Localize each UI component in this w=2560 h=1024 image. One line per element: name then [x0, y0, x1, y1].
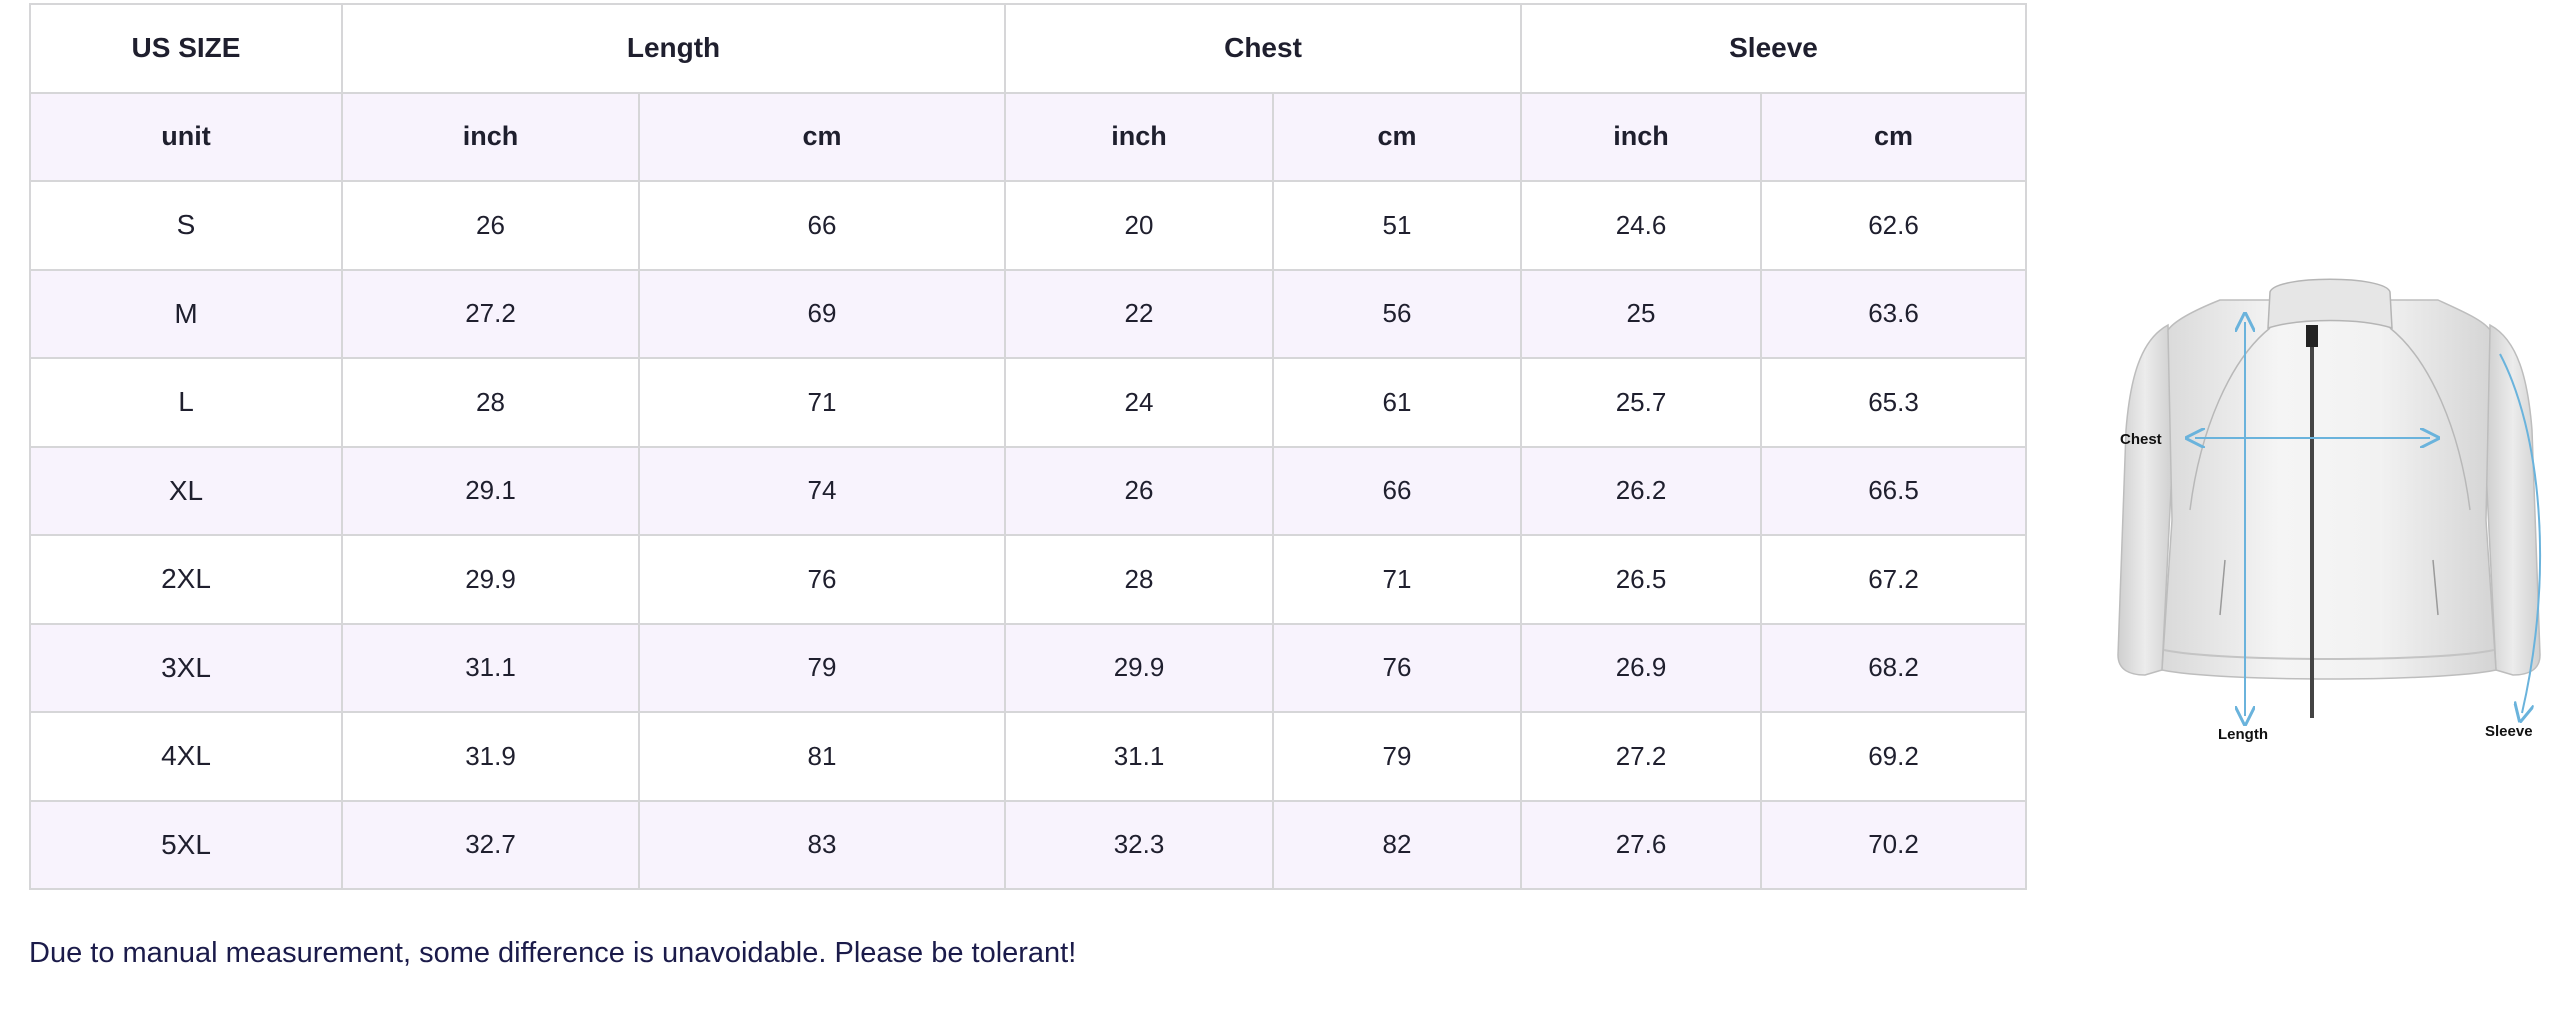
table-cell: 82 — [1272, 799, 1522, 890]
header-chest: Chest — [1004, 3, 1522, 94]
table-cell: 25 — [1520, 268, 1762, 359]
size-label: M — [29, 268, 343, 359]
table-cell: 26 — [1004, 445, 1274, 536]
table-cell: 26 — [341, 180, 640, 271]
size-label: L — [29, 357, 343, 448]
measurement-note: Due to manual measurement, some differen… — [29, 937, 1077, 969]
table-cell: 32.3 — [1004, 799, 1274, 890]
unit-cell: inch — [1520, 91, 1762, 182]
table-cell: 61 — [1272, 357, 1522, 448]
table-cell: 32.7 — [341, 799, 640, 890]
size-label: 3XL — [29, 622, 343, 713]
table-cell: 56 — [1272, 268, 1522, 359]
table-cell: 24 — [1004, 357, 1274, 448]
table-cell: 68.2 — [1760, 622, 2027, 713]
table-cell: 27.2 — [1520, 711, 1762, 802]
size-label: 4XL — [29, 711, 343, 802]
table-cell: 29.9 — [341, 534, 640, 625]
unit-cell: cm — [638, 91, 1006, 182]
jacket-collar — [2267, 278, 2393, 330]
header-sleeve: Sleeve — [1520, 3, 2027, 94]
table-row: S 26 66 20 51 24.6 62.6 — [29, 180, 2027, 271]
unit-cell: inch — [1004, 91, 1274, 182]
unit-cell: cm — [1760, 91, 2027, 182]
header-row: US SIZE Length Chest Sleeve — [29, 3, 2027, 94]
table-row: 4XL 31.9 81 31.1 79 27.2 69.2 — [29, 711, 2027, 802]
table-cell: 26.2 — [1520, 445, 1762, 536]
table-cell: 31.1 — [1004, 711, 1274, 802]
unit-cell: cm — [1272, 91, 1522, 182]
size-rows: S 26 66 20 51 24.6 62.6 M 27.2 69 22 56 25 63.6 L 28 71 2… — [29, 180, 2027, 890]
table-cell: 24.6 — [1520, 180, 1762, 271]
table-cell: 29.9 — [1004, 622, 1274, 713]
header-us-size: US SIZE — [29, 3, 343, 94]
jacket-illustration: Chest Length Sleeve — [2100, 270, 2560, 770]
table-cell: 76 — [638, 534, 1006, 625]
left-sleeve — [2117, 323, 2173, 676]
table-cell: 66 — [638, 180, 1006, 271]
size-chart-page: US SIZE Length Chest Sleeve unit inch cm… — [0, 0, 2560, 1024]
table-cell: 28 — [1004, 534, 1274, 625]
header-length: Length — [341, 3, 1006, 94]
length-label: Length — [2218, 726, 2268, 743]
table-cell: 71 — [638, 357, 1006, 448]
table-cell: 27.2 — [341, 268, 640, 359]
table-cell: 69 — [638, 268, 1006, 359]
size-label: 2XL — [29, 534, 343, 625]
right-sleeve — [2485, 323, 2541, 676]
table-row: 3XL 31.1 79 29.9 76 26.9 68.2 — [29, 622, 2027, 713]
table-cell: 79 — [1272, 711, 1522, 802]
table-row: XL 29.1 74 26 66 26.2 66.5 — [29, 445, 2027, 536]
table-cell: 67.2 — [1760, 534, 2027, 625]
size-label: S — [29, 180, 343, 271]
unit-cell: inch — [341, 91, 640, 182]
table-cell: 20 — [1004, 180, 1274, 271]
table-cell: 65.3 — [1760, 357, 2027, 448]
table-row: 5XL 32.7 83 32.3 82 27.6 70.2 — [29, 799, 2027, 890]
table-cell: 29.1 — [341, 445, 640, 536]
unit-cell: unit — [29, 91, 343, 182]
jacket-body — [2161, 299, 2497, 680]
table-cell: 25.7 — [1520, 357, 1762, 448]
table-cell: 70.2 — [1760, 799, 2027, 890]
table-cell: 62.6 — [1760, 180, 2027, 271]
table-cell: 26.5 — [1520, 534, 1762, 625]
size-label: 5XL — [29, 799, 343, 890]
size-chart-table: US SIZE Length Chest Sleeve unit inch cm… — [29, 3, 2027, 890]
table-row: L 28 71 24 61 25.7 65.3 — [29, 357, 2027, 448]
table-cell: 22 — [1004, 268, 1274, 359]
jacket-image: Chest Length Sleeve — [2117, 278, 2542, 743]
table-cell: 69.2 — [1760, 711, 2027, 802]
chest-label: Chest — [2120, 431, 2162, 448]
table-cell: 81 — [638, 711, 1006, 802]
table-cell: 27.6 — [1520, 799, 1762, 890]
table-row: M 27.2 69 22 56 25 63.6 — [29, 268, 2027, 359]
table-cell: 28 — [341, 357, 640, 448]
table-cell: 74 — [638, 445, 1006, 536]
table-cell: 76 — [1272, 622, 1522, 713]
table-cell: 71 — [1272, 534, 1522, 625]
table-row: 2XL 29.9 76 28 71 26.5 67.2 — [29, 534, 2027, 625]
table-cell: 26.9 — [1520, 622, 1762, 713]
table-cell: 79 — [638, 622, 1006, 713]
table-cell: 63.6 — [1760, 268, 2027, 359]
table-cell: 31.9 — [341, 711, 640, 802]
table-cell: 66.5 — [1760, 445, 2027, 536]
unit-row: unit inch cm inch cm inch cm — [29, 91, 2027, 182]
table-cell: 83 — [638, 799, 1006, 890]
sleeve-label: Sleeve — [2485, 723, 2533, 740]
table-cell: 66 — [1272, 445, 1522, 536]
size-label: XL — [29, 445, 343, 536]
table-cell: 51 — [1272, 180, 1522, 271]
table-cell: 31.1 — [341, 622, 640, 713]
